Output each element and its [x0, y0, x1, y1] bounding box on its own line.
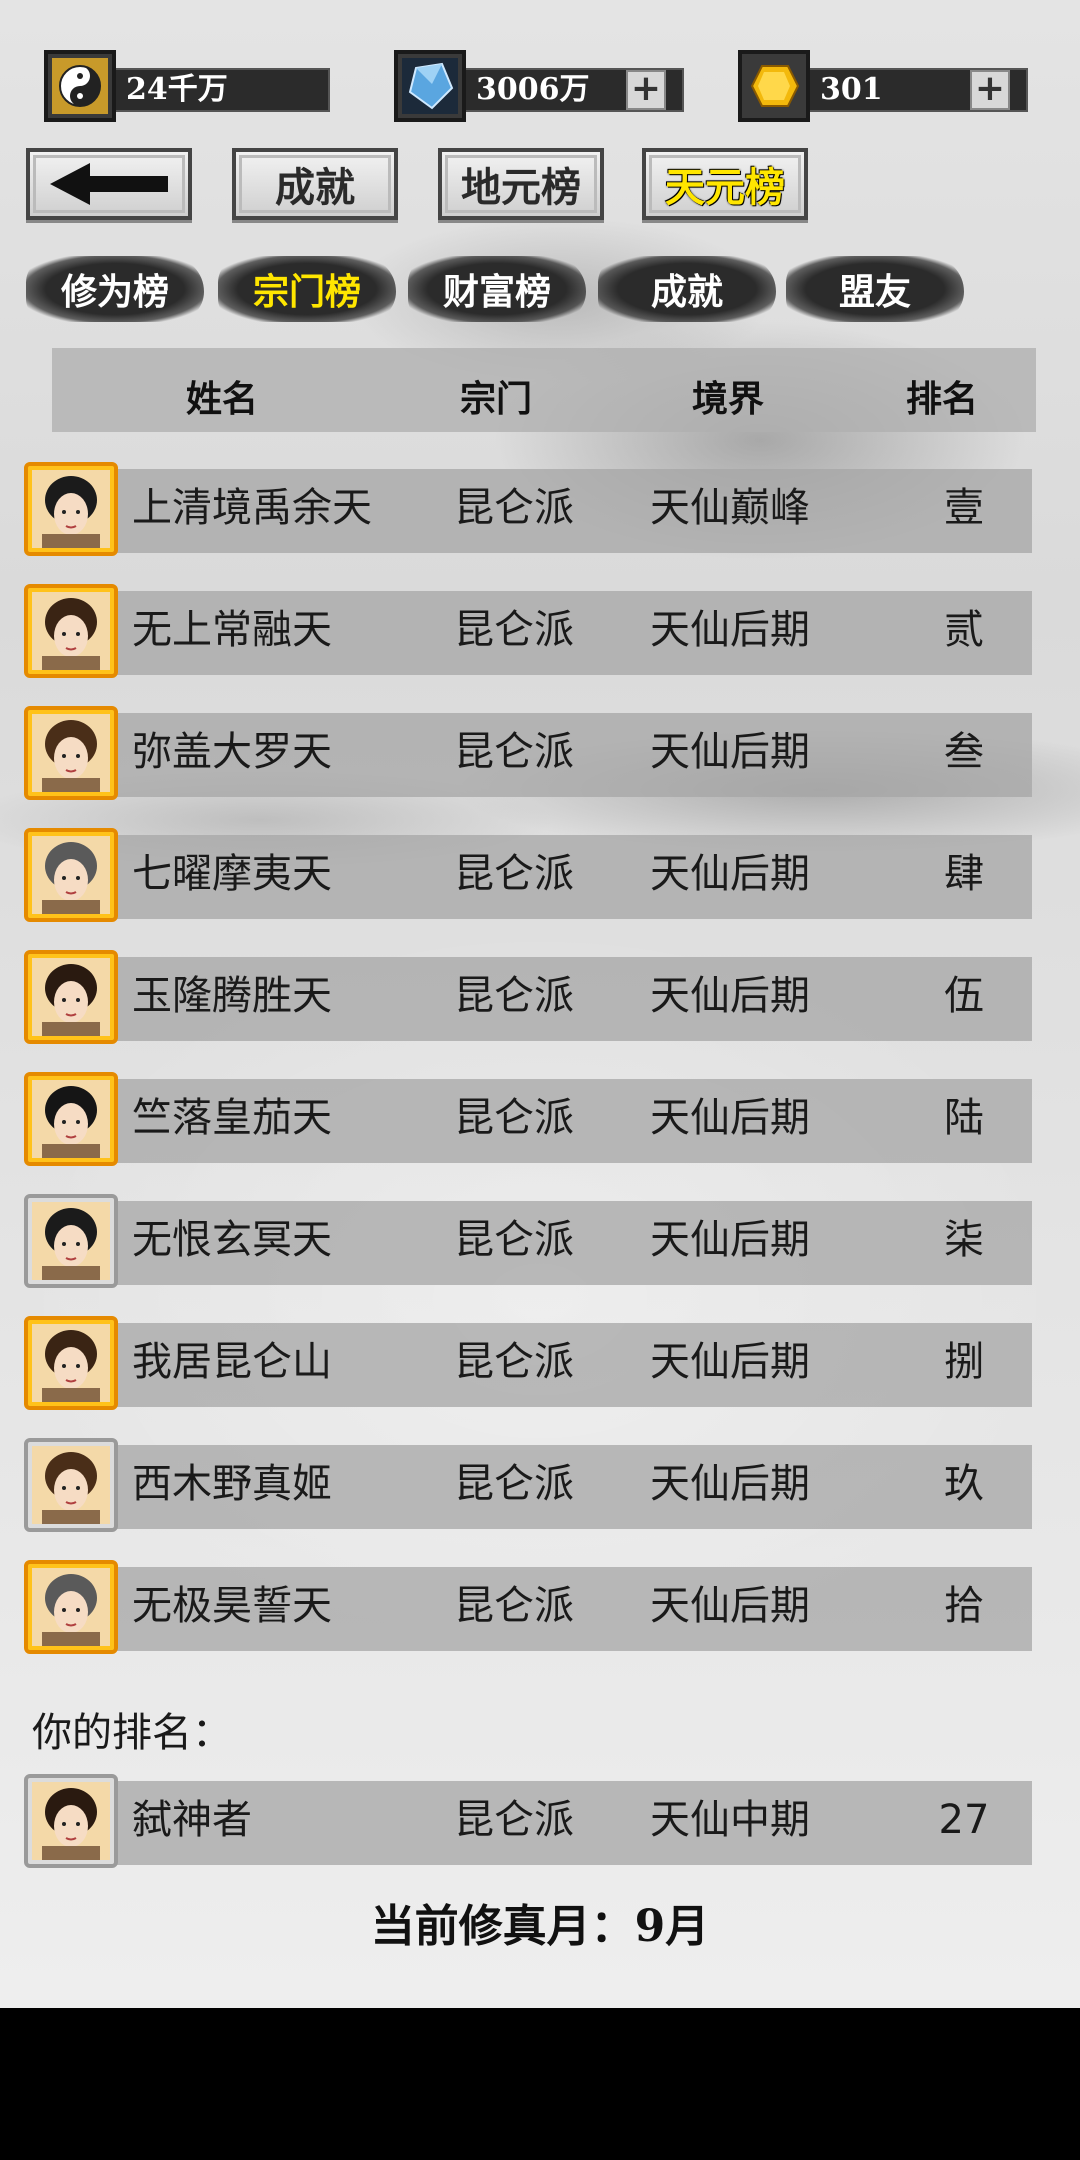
player-realm: 天仙后期: [650, 973, 810, 1019]
table-row[interactable]: 我居昆仑山 昆仑派 天仙后期 捌: [24, 1316, 1034, 1412]
player-realm: 天仙后期: [650, 1583, 810, 1629]
back-arrow-icon: [50, 163, 168, 205]
add-gold-button[interactable]: +: [970, 70, 1010, 110]
player-realm: 天仙后期: [650, 1095, 810, 1141]
player-rank: 贰: [944, 607, 984, 653]
your-rank-label: 你的排名：: [32, 1710, 232, 1756]
player-rank: 壹: [944, 485, 984, 531]
avatar[interactable]: [24, 1072, 118, 1166]
player-name: 无极昊誓天: [132, 1583, 332, 1629]
player-sect: 昆仑派: [454, 485, 574, 531]
player-sect: 昆仑派: [454, 973, 574, 1019]
player-name: 弥盖大罗天: [132, 729, 332, 775]
resource-gold: 301 +: [738, 50, 1028, 122]
player-realm: 天仙巅峰: [650, 485, 810, 531]
player-realm: 天仙后期: [650, 607, 810, 653]
player-rank: 肆: [944, 851, 984, 897]
table-row[interactable]: 玉隆腾胜天 昆仑派 天仙后期 伍: [24, 950, 1034, 1046]
player-sect: 昆仑派: [454, 607, 574, 653]
subtab-cultivation-rank[interactable]: 修为榜: [26, 256, 204, 322]
player-rank: 柒: [944, 1217, 984, 1263]
subtab-wealth-rank[interactable]: 财富榜: [408, 256, 586, 322]
table-row[interactable]: 上清境禹余天 昆仑派 天仙巅峰 壹: [24, 462, 1034, 558]
table-row[interactable]: 无上常融天 昆仑派 天仙后期 贰: [24, 584, 1034, 680]
player-rank: 叁: [944, 729, 984, 775]
table-row[interactable]: 弥盖大罗天 昆仑派 天仙后期 叁: [24, 706, 1034, 802]
table-row[interactable]: 无极昊誓天 昆仑派 天仙后期 拾: [24, 1560, 1034, 1656]
table-header: 姓名 宗门 境界 排名: [52, 348, 1036, 432]
resource-taiji: 24千万: [44, 50, 330, 122]
table-row[interactable]: 七曜摩夷天 昆仑派 天仙后期 肆: [24, 828, 1034, 924]
header-rank: 排名: [906, 378, 979, 420]
player-rank: 玖: [944, 1461, 984, 1507]
player-realm: 天仙后期: [650, 729, 810, 775]
player-rank: 拾: [944, 1583, 984, 1629]
player-sect: 昆仑派: [454, 1095, 574, 1141]
resource-value: 24千万: [108, 68, 330, 112]
player-rank: 伍: [944, 973, 984, 1019]
player-sect: 昆仑派: [454, 1461, 574, 1507]
player-sect: 昆仑派: [454, 1797, 574, 1843]
avatar[interactable]: [24, 462, 118, 556]
crystal-icon: [394, 50, 466, 122]
header-name: 姓名: [186, 378, 259, 420]
player-name: 七曜摩夷天: [132, 851, 332, 897]
player-realm: 天仙后期: [650, 1217, 810, 1263]
player-sect: 昆仑派: [454, 1583, 574, 1629]
table-row[interactable]: 西木野真姬 昆仑派 天仙后期 玖: [24, 1438, 1034, 1534]
tab-earth-rank[interactable]: 地元榜: [438, 148, 604, 220]
player-realm: 天仙后期: [650, 1461, 810, 1507]
avatar[interactable]: [24, 828, 118, 922]
player-realm: 天仙后期: [650, 851, 810, 897]
avatar[interactable]: [24, 706, 118, 800]
player-name: 无恨玄冥天: [132, 1217, 332, 1263]
player-name: 玉隆腾胜天: [132, 973, 332, 1019]
avatar[interactable]: [24, 950, 118, 1044]
player-rank: 27: [938, 1797, 990, 1843]
player-sect: 昆仑派: [454, 1339, 574, 1385]
player-name: 上清境禹余天: [132, 485, 372, 531]
avatar[interactable]: [24, 1438, 118, 1532]
ranking-screen: 24千万 3006万 + 301 + 成就 地元榜 天元榜 修为榜 宗门榜 财富…: [0, 0, 1080, 2008]
subtab-sect-rank[interactable]: 宗门榜: [218, 256, 396, 322]
subtab-achievement[interactable]: 成就: [598, 256, 776, 322]
player-sect: 昆仑派: [454, 1217, 574, 1263]
player-name: 西木野真姬: [132, 1461, 332, 1507]
avatar[interactable]: [24, 1316, 118, 1410]
gold-gem-icon: [738, 50, 810, 122]
avatar[interactable]: [24, 1194, 118, 1288]
player-name: 弑神者: [132, 1797, 252, 1843]
taiji-icon: [44, 50, 116, 122]
player-sect: 昆仑派: [454, 851, 574, 897]
player-realm: 天仙中期: [650, 1797, 810, 1843]
table-row[interactable]: 竺落皇茄天 昆仑派 天仙后期 陆: [24, 1072, 1034, 1168]
player-sect: 昆仑派: [454, 729, 574, 775]
player-name: 我居昆仑山: [132, 1339, 332, 1385]
current-month: 当前修真月：9月: [370, 1901, 710, 1952]
player-name: 无上常融天: [132, 607, 332, 653]
tab-achievement[interactable]: 成就: [232, 148, 398, 220]
header-sect: 宗门: [460, 378, 533, 420]
header-realm: 境界: [692, 378, 765, 420]
table-row[interactable]: 无恨玄冥天 昆仑派 天仙后期 柒: [24, 1194, 1034, 1290]
player-name: 竺落皇茄天: [132, 1095, 332, 1141]
resource-crystal: 3006万 +: [394, 50, 684, 122]
add-crystal-button[interactable]: +: [626, 70, 666, 110]
player-realm: 天仙后期: [650, 1339, 810, 1385]
avatar[interactable]: [24, 1774, 118, 1868]
subtab-allies[interactable]: 盟友: [786, 256, 964, 322]
avatar[interactable]: [24, 1560, 118, 1654]
player-rank: 陆: [944, 1095, 984, 1141]
table-row[interactable]: 弑神者 昆仑派 天仙中期 27: [24, 1774, 1034, 1870]
player-rank: 捌: [944, 1339, 984, 1385]
back-button[interactable]: [26, 148, 192, 220]
avatar[interactable]: [24, 584, 118, 678]
tab-heaven-rank[interactable]: 天元榜: [642, 148, 808, 220]
